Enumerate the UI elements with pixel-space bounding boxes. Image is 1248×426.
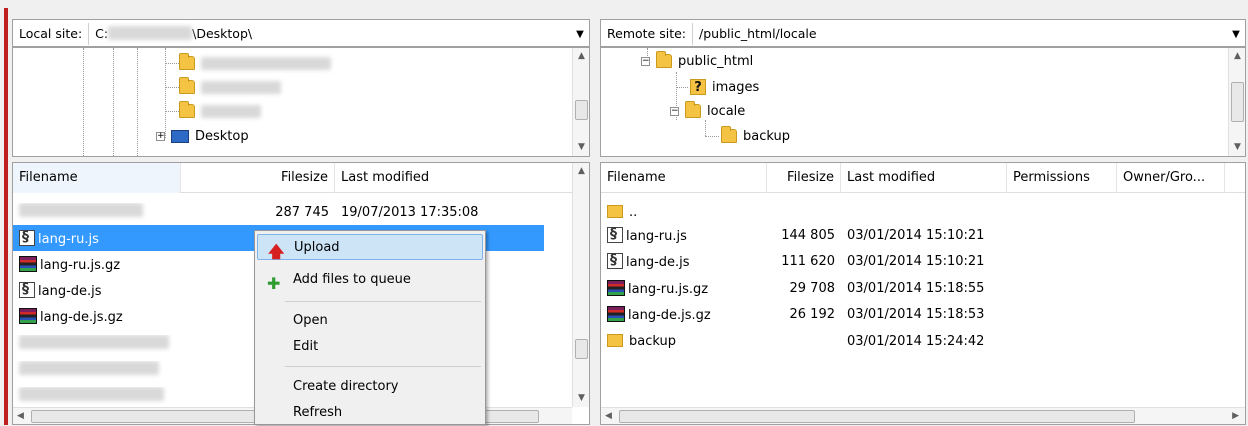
remote-tree: − public_html ? images − locale backup ▲… [600,47,1246,157]
tree-item-label: backup [743,128,790,144]
menu-item-add-queue[interactable]: ✚ Add files to queue [257,267,483,293]
col-modified[interactable]: Last modified [841,163,1007,193]
redacted-name [19,387,164,401]
window-edge [0,0,12,425]
list-item-blurred[interactable] [13,331,253,357]
menu-separator [285,301,481,302]
list-item[interactable]: lang-de.js.gz 26 192 03/01/2014 15:18:53 [601,301,1201,327]
folder-icon [685,101,701,118]
local-list-header: Filename Filesize Last modified [13,163,589,193]
list-item-blurred[interactable] [13,383,253,409]
col-filesize[interactable]: Filesize [181,163,335,193]
folder-icon [179,101,195,118]
menu-item-refresh[interactable]: Refresh [257,400,483,426]
local-site-label: Local site: [13,23,90,45]
remote-list-header: Filename Filesize Last modified Permissi… [601,163,1245,193]
col-owner[interactable]: Owner/Gro... [1117,163,1225,193]
remote-site-bar: Remote site: /public_html/locale ▼ [600,19,1246,47]
tree-item-label: public_html [678,53,754,69]
menu-item-open[interactable]: Open [257,308,483,334]
folder-icon [721,126,737,143]
col-permissions[interactable]: Permissions [1007,163,1117,193]
menu-item-create-directory[interactable]: Create directory [257,374,483,400]
local-site-bar: Local site: C: \Desktop\ ▼ [12,19,590,47]
context-menu: 🡅 Upload ✚ Add files to queue Open Edit … [254,230,486,425]
redacted-path [108,26,193,40]
tree-item-locale[interactable]: − locale [670,99,745,123]
tree-item-blurred[interactable] [179,51,331,75]
tree-item-label: images [712,79,760,95]
tree-item-images[interactable]: ? images [690,75,759,99]
list-item[interactable]: lang-de.js 111 620 03/01/2014 15:10:21 [601,248,1201,274]
js-file-icon [607,226,623,243]
tree-item-backup[interactable]: backup [721,124,790,148]
remote-list-hscrollbar[interactable]: ◀ ▶ [601,407,1245,424]
unknown-folder-icon: ? [690,79,706,95]
list-item[interactable]: lang-ru.js.gz [13,251,253,277]
chevron-down-icon[interactable]: ▼ [571,29,589,40]
js-file-icon [19,229,35,246]
folder-icon [179,53,195,70]
redacted-name [19,361,159,375]
col-filename[interactable]: Filename [601,163,767,193]
folder-icon [607,204,623,218]
remote-site-label: Remote site: [601,23,693,45]
archive-icon [607,305,625,322]
archive-icon [19,307,37,324]
list-item[interactable]: lang-de.js [13,277,253,303]
tree-item-blurred[interactable] [179,99,261,123]
redacted-name [19,203,143,217]
folder-icon [656,51,672,68]
archive-icon [607,279,625,296]
tree-item-blurred[interactable] [179,75,281,99]
list-item[interactable]: 287 745 19/07/2013 17:35:08 [13,199,553,225]
upload-arrow-icon: 🡅 [268,242,285,261]
redacted-name [19,335,169,349]
local-tree: + Desktop ▲ ▼ [12,47,590,157]
collapse-icon[interactable]: − [641,56,650,66]
remote-file-list: Filename Filesize Last modified Permissi… [600,162,1246,425]
col-modified[interactable]: Last modified [335,163,573,193]
tree-item-public-html[interactable]: − public_html [641,49,753,73]
list-item[interactable]: backup 03/01/2014 15:24:42 [601,328,1201,354]
chevron-down-icon[interactable]: ▼ [1227,29,1245,40]
desktop-icon [171,129,189,143]
redacted-name [201,104,261,118]
remote-tree-scrollbar[interactable]: ▲ ▼ [1228,48,1245,156]
expand-icon[interactable]: + [156,131,165,141]
js-file-icon [19,281,35,298]
js-file-icon [607,252,623,269]
col-filename[interactable]: Filename [13,163,181,193]
redacted-name [201,80,281,94]
col-filesize[interactable]: Filesize [767,163,841,193]
list-item[interactable]: lang-ru.js 144 805 03/01/2014 15:10:21 [601,222,1201,248]
list-item-blurred[interactable] [13,357,253,383]
archive-icon [19,255,37,272]
collapse-icon[interactable]: − [670,106,679,116]
list-item[interactable]: lang-ru.js.gz 29 708 03/01/2014 15:18:55 [601,275,1201,301]
local-list-scrollbar[interactable]: ▲ ▼ [572,163,589,407]
tree-item-desktop[interactable]: + Desktop [156,124,249,148]
menu-item-upload[interactable]: 🡅 Upload [257,234,483,261]
list-item[interactable]: lang-de.js.gz [13,303,253,329]
tree-item-label: Desktop [195,128,249,144]
folder-icon [607,333,623,347]
remote-site-path[interactable]: /public_html/locale [693,23,1227,45]
add-queue-icon: ✚ [267,274,281,293]
menu-separator [285,366,481,367]
menu-item-edit[interactable]: Edit [257,334,483,360]
local-site-path[interactable]: C: \Desktop\ [89,23,571,45]
redacted-name [201,56,331,70]
folder-icon [179,77,195,94]
local-tree-scrollbar[interactable]: ▲ ▼ [572,48,589,156]
tree-item-label: locale [707,103,746,119]
